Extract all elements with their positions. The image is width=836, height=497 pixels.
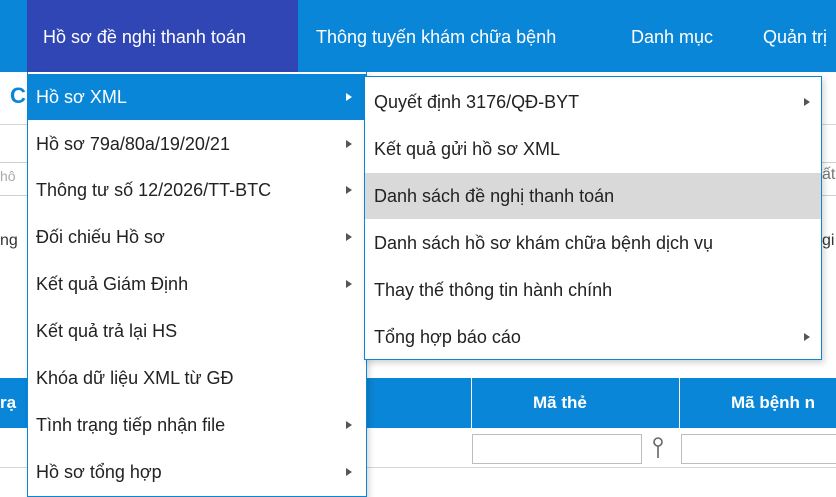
nav-danh-muc[interactable]: Danh mục xyxy=(631,0,713,72)
input-placeholder-fragment: hô xyxy=(0,168,16,184)
ma-benh-filter-input[interactable] xyxy=(681,434,836,464)
menu-item-tinh-trang-tiep-nhan-file[interactable]: Tình trạng tiếp nhận file xyxy=(28,402,366,448)
chevron-right-icon xyxy=(346,468,352,476)
chevron-right-icon xyxy=(346,140,352,148)
dropdown-menu-ho-so: Hồ sơ XML Hồ sơ 79a/80a/19/20/21 Thông t… xyxy=(27,72,367,497)
chevron-right-icon xyxy=(346,233,352,241)
menu-item-label: Đối chiếu Hồ sơ xyxy=(36,227,165,247)
menu-item-thay-the-thong-tin-hanh-chinh[interactable]: Thay thế thông tin hành chính xyxy=(365,267,821,313)
chevron-right-icon xyxy=(346,93,352,101)
column-separator xyxy=(679,378,680,428)
chevron-right-icon xyxy=(346,186,352,194)
menu-item-label: Kết quả gửi hồ sơ XML xyxy=(374,139,560,159)
column-header-ma-the[interactable]: Mã thẻ xyxy=(533,378,587,428)
menu-item-ket-qua-giam-dinh[interactable]: Kết quả Giám Định xyxy=(28,261,366,307)
menu-item-khoa-du-lieu-xml[interactable]: Khóa dữ liệu XML từ GĐ xyxy=(28,355,366,401)
menu-item-label: Tổng hợp báo cáo xyxy=(374,327,521,347)
chevron-right-icon xyxy=(804,98,810,106)
menu-item-label: Hồ sơ 79a/80a/19/20/21 xyxy=(36,134,230,154)
input-label-fragment: ất xyxy=(822,166,836,183)
menu-item-label: Quyết định 3176/QĐ-BYT xyxy=(374,92,580,112)
ma-the-filter-input[interactable] xyxy=(472,434,642,464)
menu-item-doi-chieu-ho-so[interactable]: Đối chiếu Hồ sơ xyxy=(28,214,366,260)
menu-item-ho-so-tong-hop[interactable]: Hồ sơ tổng hợp xyxy=(28,449,366,495)
menu-item-label: Danh sách hồ sơ khám chữa bệnh dịch vụ xyxy=(374,233,714,253)
pin-icon[interactable] xyxy=(651,436,665,462)
menu-item-label: Kết quả Giám Định xyxy=(36,274,189,294)
menu-item-ket-qua-gui-ho-so-xml[interactable]: Kết quả gửi hồ sơ XML xyxy=(365,126,821,172)
menu-item-ket-qua-tra-lai-hs[interactable]: Kết quả trả lại HS xyxy=(28,308,366,354)
menu-item-label: Khóa dữ liệu XML từ GĐ xyxy=(36,368,234,388)
menu-item-label: Thay thế thông tin hành chính xyxy=(374,280,613,300)
menu-item-label: Hồ sơ tổng hợp xyxy=(36,462,162,482)
nav-thong-tuyen-kham-chua-benh[interactable]: Thông tuyến khám chữa bệnh xyxy=(316,0,556,72)
row-label-fragment-left: ng xyxy=(0,232,18,249)
chevron-right-icon xyxy=(346,280,352,288)
column-header-ma-benh[interactable]: Mã bệnh n xyxy=(731,378,815,428)
menu-item-ho-so-xml[interactable]: Hồ sơ XML xyxy=(28,74,366,120)
chevron-right-icon xyxy=(804,333,810,341)
page-heading-fragment: C xyxy=(10,83,26,108)
row-label-fragment-right: gi xyxy=(822,232,835,249)
menu-item-danh-sach-ho-so-kcb-dich-vu[interactable]: Danh sách hồ sơ khám chữa bệnh dịch vụ xyxy=(365,220,821,266)
menu-item-tong-hop-bao-cao[interactable]: Tổng hợp báo cáo xyxy=(365,314,821,360)
column-separator xyxy=(471,378,472,428)
submenu-ho-so-xml: Quyết định 3176/QĐ-BYT Kết quả gửi hồ sơ… xyxy=(364,76,822,360)
chevron-right-icon xyxy=(346,421,352,429)
menu-item-label: Kết quả trả lại HS xyxy=(36,321,178,341)
menu-item-label: Hồ sơ XML xyxy=(36,87,127,107)
menu-item-label: Danh sách đề nghị thanh toán xyxy=(374,186,615,206)
menu-item-label: Thông tư số 12/2026/TT-BTC xyxy=(36,180,272,200)
menu-item-danh-sach-de-nghi-thanh-toan[interactable]: Danh sách đề nghị thanh toán xyxy=(365,173,821,219)
menu-item-thong-tu-12[interactable]: Thông tư số 12/2026/TT-BTC xyxy=(28,167,366,213)
menu-item-label: Tình trạng tiếp nhận file xyxy=(36,415,226,435)
nav-ho-so-de-nghi-thanh-toan[interactable]: Hồ sơ đề nghị thanh toán xyxy=(27,0,298,72)
menu-item-ho-so-79a[interactable]: Hồ sơ 79a/80a/19/20/21 xyxy=(28,121,366,167)
top-navigation-bar: Hồ sơ đề nghị thanh toán Thông tuyến khá… xyxy=(0,0,836,72)
nav-quan-tri[interactable]: Quản trị xyxy=(763,0,827,72)
menu-item-quyet-dinh-3176[interactable]: Quyết định 3176/QĐ-BYT xyxy=(365,79,821,125)
column-header-fragment[interactable]: rạ xyxy=(0,378,16,428)
